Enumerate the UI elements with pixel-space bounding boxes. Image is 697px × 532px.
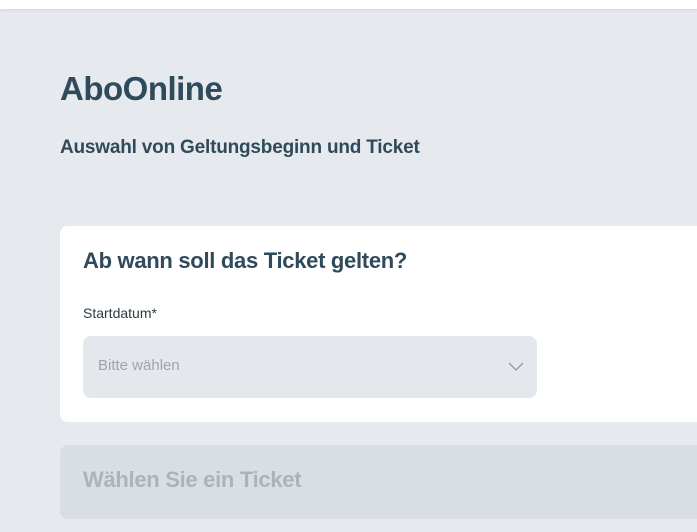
start-date-label: Startdatum* bbox=[83, 305, 157, 321]
start-date-select-placeholder: Bitte wählen bbox=[98, 357, 180, 374]
start-date-card: Ab wann soll das Ticket gelten? Startdat… bbox=[60, 226, 697, 422]
page-subtitle: Auswahl von Geltungsbeginn und Ticket bbox=[60, 137, 420, 158]
start-date-select[interactable]: Bitte wählen bbox=[83, 336, 537, 398]
start-date-card-title: Ab wann soll das Ticket gelten? bbox=[83, 248, 408, 273]
ticket-selection-section[interactable]: Wählen Sie ein Ticket bbox=[60, 445, 697, 519]
chevron-down-icon bbox=[508, 362, 524, 371]
page-title: AboOnline bbox=[60, 70, 223, 107]
top-bar bbox=[0, 0, 697, 9]
ticket-selection-title: Wählen Sie ein Ticket bbox=[83, 467, 302, 492]
